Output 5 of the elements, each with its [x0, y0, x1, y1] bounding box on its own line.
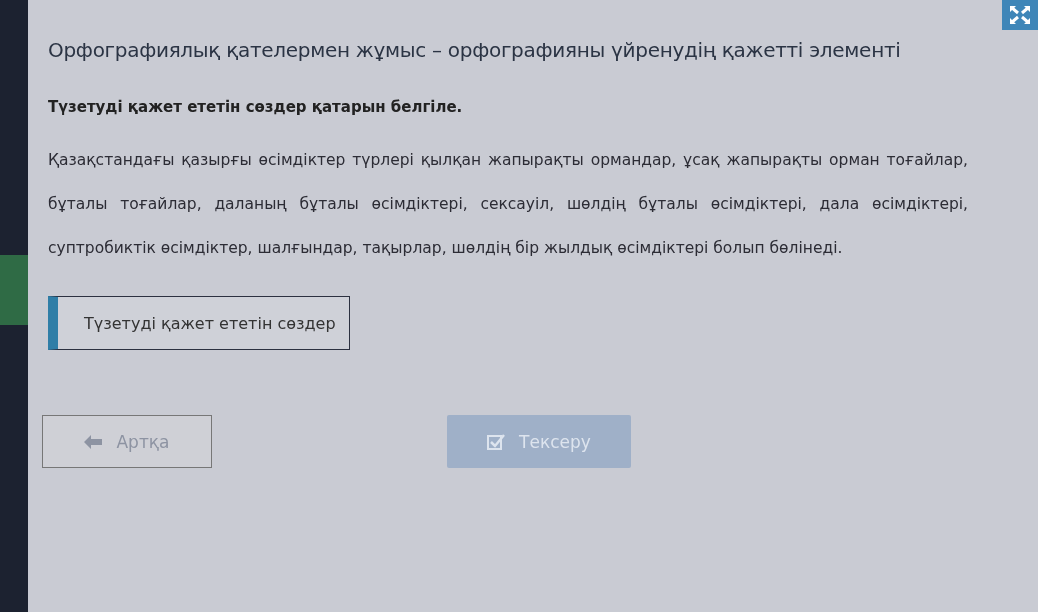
- paragraph-text: Қазақстандағы қазырғы өсімдіктер түрлері қылқан жапырақты ормандар, ұсақ жапырақты орман тоғайлар, бұталы тоғайлар, даланың бұталы өсімдіктері, сексауіл, шөлдің бұталы өсімдіктері, дала өсімдіктері, суптробиктік өсімдіктер, шалғындар, тақырлар, шөлдің бір жылдық өсімдіктері болып бөлінеді.: [48, 150, 968, 259]
- instruction-text: Түзетуді қажет ететін сөздер қатарын белгіле.: [48, 98, 464, 116]
- page-title: Орфографиялық қателермен жұмыс – орфографияны үйренудің қажетті элементі: [48, 38, 902, 62]
- back-button[interactable]: Артқа: [42, 415, 212, 468]
- answer-option[interactable]: Түзетуді қажет ететін сөздер: [48, 296, 350, 350]
